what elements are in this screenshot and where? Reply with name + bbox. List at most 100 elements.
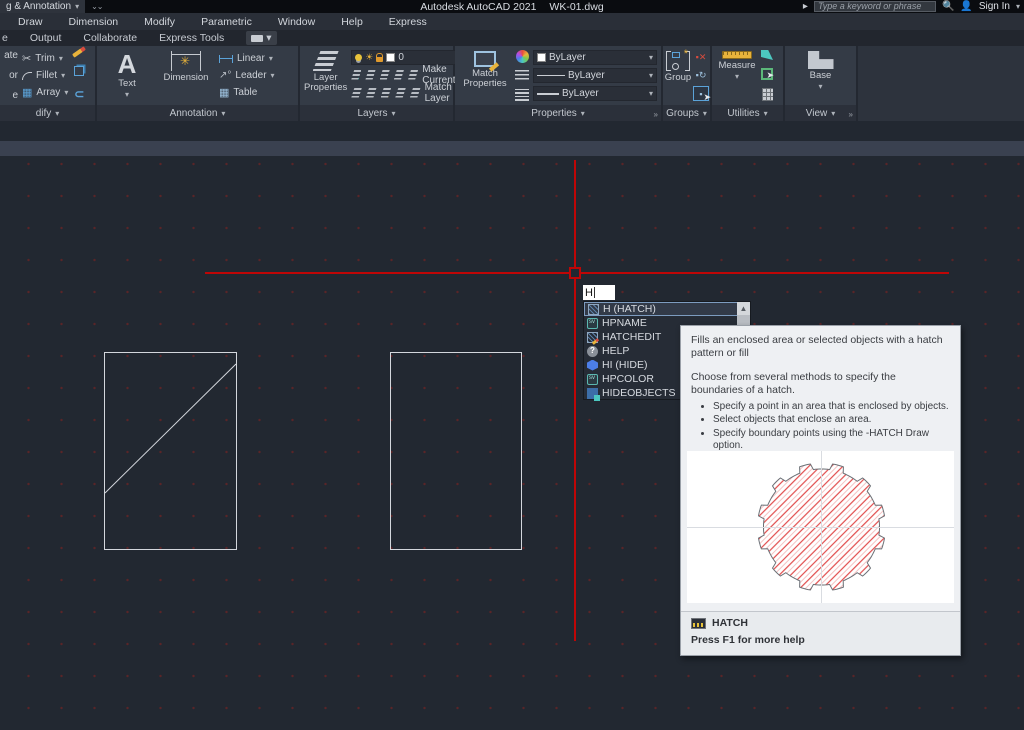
layer-isolate-icon[interactable]	[351, 69, 362, 80]
tooltip-bullet: Specify a point in an area that is enclo…	[713, 401, 950, 414]
illustration-crosshair-vertical	[820, 451, 822, 603]
leader-icon: ↗°	[219, 70, 232, 81]
tooltip-bullet: Select objects that enclose an area.	[713, 414, 950, 427]
help-icon	[587, 345, 598, 357]
ribbon-display-toggle-button[interactable]: ▾	[246, 31, 277, 45]
crosshair-vertical-line	[574, 160, 576, 641]
panel-label-groups[interactable]: Groups ▾	[663, 105, 710, 121]
modify-partial-scale[interactable]: e	[12, 90, 18, 101]
menu-dimension[interactable]: Dimension	[69, 16, 119, 28]
modify-partial-rotate[interactable]: ate	[4, 50, 18, 61]
make-current-row: Make Current	[351, 64, 469, 86]
match-properties-button[interactable]: Match Properties	[459, 48, 511, 103]
group-selection-toggle[interactable]: ▪ ➤	[693, 86, 711, 102]
chevron-down-icon: ▾	[55, 108, 60, 118]
ungroup-button[interactable]: ▪✕	[693, 50, 709, 65]
menu-modify[interactable]: Modify	[144, 16, 175, 28]
layer-unisolate-icon[interactable]	[365, 69, 376, 80]
layer-properties-button[interactable]: Layer Properties	[304, 48, 347, 103]
dimension-button[interactable]: ✳ Dimension	[157, 48, 215, 103]
panel-properties: Match Properties ByLayer ▾ ByLayer ▾ ByL…	[455, 46, 663, 121]
chevron-down-icon: ▾	[391, 108, 396, 118]
search-expand-arrow-icon[interactable]: ▸	[803, 1, 808, 12]
tab-output[interactable]: Output	[30, 32, 62, 44]
menu-express[interactable]: Express	[389, 16, 427, 28]
suggestion-hatch[interactable]: H (HATCH)	[584, 302, 750, 316]
help-search-input[interactable]: Type a keyword or phrase	[813, 1, 936, 12]
fillet-button[interactable]: Fillet ▾	[22, 67, 68, 84]
menu-bar: Draw Dimension Modify Parametric Window …	[0, 13, 1024, 30]
scroll-up-icon[interactable]: ▲	[737, 302, 750, 315]
layer-thaw-all-icon[interactable]	[380, 87, 392, 98]
quick-calc-icon[interactable]	[761, 88, 773, 101]
array-button[interactable]: ▦ Array ▾	[22, 84, 68, 101]
fillet-icon	[22, 71, 32, 80]
chevron-down-icon: ▾	[648, 71, 653, 80]
panel-label-layers[interactable]: Layers ▾	[300, 105, 453, 121]
panel-label-utilities[interactable]: Utilities ▾	[712, 105, 783, 121]
tab-collaborate[interactable]: Collaborate	[83, 32, 137, 44]
tooltip-bullet: Specify boundary points using the -HATCH…	[713, 428, 950, 453]
panel-label-properties[interactable]: Properties ▾ »	[455, 105, 661, 121]
group-edit-button[interactable]: ▪↻	[693, 68, 709, 83]
chevron-down-icon: ▾	[124, 90, 129, 100]
text-button[interactable]: A Text ▾	[101, 48, 153, 103]
hide-objects-icon	[587, 387, 600, 401]
layer-edit-icon[interactable]	[365, 87, 377, 98]
layer-on-icon	[355, 54, 363, 61]
layer-unlock-all-icon[interactable]	[395, 87, 406, 98]
layer-color-swatch	[386, 53, 396, 62]
measure-button[interactable]: Measure ▾	[716, 48, 758, 103]
ribbon: ate or e ✂ Trim ▾ Fillet ▾ ▦ Array ▾ ⊂ d…	[0, 46, 1024, 121]
lineweight-icon[interactable]	[515, 89, 529, 101]
file-tab-strip[interactable]	[0, 141, 1024, 156]
group-icon: *	[666, 48, 690, 71]
base-button[interactable]: Base ▾	[795, 48, 847, 103]
layer-lock-icon[interactable]	[393, 69, 405, 80]
ribbon-tab-bar: e Output Collaborate Express Tools ▾	[0, 30, 1024, 46]
modify-partial-mirror[interactable]: or	[9, 70, 18, 81]
sign-in-button[interactable]: Sign In	[979, 1, 1010, 12]
leader-button[interactable]: ↗° Leader ▾	[219, 67, 275, 84]
panel-dialog-launcher-icon[interactable]: »	[849, 110, 853, 119]
panel-label-modify[interactable]: dify ▾	[0, 105, 95, 121]
object-color-select[interactable]: ByLayer ▾	[533, 50, 657, 65]
panel-label-annotation[interactable]: Annotation ▾	[97, 105, 298, 121]
panel-label-view[interactable]: View ▾ »	[785, 105, 856, 121]
group-button[interactable]: * Group	[665, 48, 691, 103]
menu-window[interactable]: Window	[278, 16, 315, 28]
menu-parametric[interactable]: Parametric	[201, 16, 252, 28]
linetype-select[interactable]: ByLayer ▾	[533, 68, 657, 83]
copy-icon[interactable]	[74, 65, 85, 76]
linear-dimension-button[interactable]: Linear ▾	[219, 50, 275, 67]
tab-express-tools[interactable]: Express Tools	[159, 32, 224, 44]
search-icon[interactable]: 🔍	[942, 1, 954, 12]
base-view-icon	[807, 51, 834, 69]
tab-partial[interactable]: e	[2, 32, 8, 44]
chevron-down-icon: ▾	[270, 71, 275, 80]
diagonal-line[interactable]	[104, 352, 237, 550]
color-wheel-icon[interactable]	[515, 50, 529, 63]
menu-draw[interactable]: Draw	[18, 16, 43, 28]
rectangle-empty[interactable]	[390, 352, 522, 550]
user-icon[interactable]: 👤	[960, 1, 972, 12]
lineweight-select[interactable]: ByLayer ▾	[533, 86, 657, 101]
layer-off-icon[interactable]	[351, 87, 362, 98]
layer-freeze-icon[interactable]	[379, 69, 390, 80]
trim-button[interactable]: ✂ Trim ▾	[22, 50, 68, 67]
match-layer-icon[interactable]	[409, 87, 421, 98]
menu-help[interactable]: Help	[341, 16, 363, 28]
measure-icon	[722, 51, 752, 59]
panel-dialog-launcher-icon[interactable]: »	[654, 110, 658, 119]
quick-select-icon[interactable]: ➤	[761, 68, 774, 80]
offset-icon[interactable]: ⊂	[74, 87, 84, 101]
linear-dimension-icon	[219, 54, 233, 63]
id-point-icon[interactable]	[761, 50, 773, 60]
table-button[interactable]: ▦ Table	[219, 84, 275, 101]
command-input[interactable]: H	[583, 285, 615, 300]
linetype-icon[interactable]	[515, 70, 529, 82]
sign-in-caret-icon[interactable]: ▾	[1016, 2, 1020, 11]
erase-icon[interactable]	[72, 46, 87, 58]
match-properties-icon	[474, 51, 496, 67]
make-current-icon[interactable]	[408, 69, 419, 80]
